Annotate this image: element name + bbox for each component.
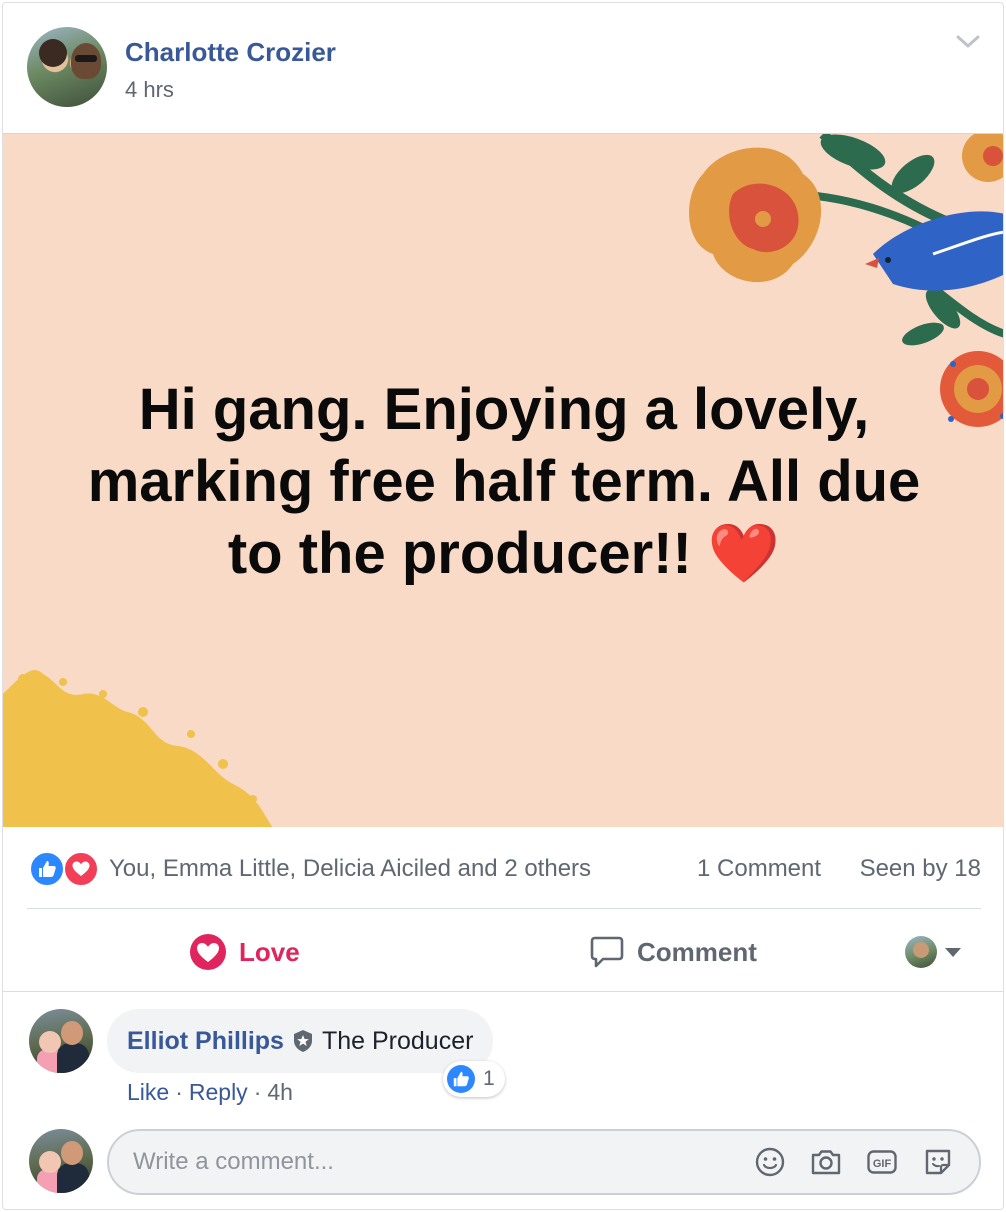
chevron-down-icon[interactable] (955, 33, 981, 51)
seen-by-link[interactable]: Seen by 18 (860, 855, 981, 883)
comment-reply-link[interactable]: Reply (189, 1079, 248, 1106)
comment-reactions[interactable]: 1 (443, 1061, 505, 1097)
comment-input-wrapper: GIF (107, 1129, 981, 1195)
comment-label: Comment (637, 936, 757, 967)
action-bar: Love Comment (3, 910, 1003, 992)
comment-as-selector[interactable] (905, 932, 961, 972)
current-user-avatar (905, 936, 937, 968)
comment-composer: GIF (3, 1123, 1003, 1203)
commenter-avatar[interactable] (29, 1009, 93, 1073)
love-icon (190, 934, 226, 970)
commenter-role: The Producer (321, 1026, 474, 1055)
gif-icon[interactable]: GIF (865, 1145, 899, 1179)
post-background: Hi gang. Enjoying a lovely, marking free… (3, 133, 1003, 827)
separator: · (253, 1079, 262, 1105)
post-card: Charlotte Crozier 4 hrs Hi gang. Enjoyin… (2, 2, 1004, 1210)
comments-count-link[interactable]: 1 Comment (697, 855, 821, 883)
post-time[interactable]: 4 hrs (125, 77, 174, 103)
reactors-link[interactable]: You, Emma Little, Delicia Aiciled and 2 … (109, 855, 591, 883)
svg-text:GIF: GIF (873, 1158, 892, 1170)
caret-down-icon (945, 947, 961, 957)
author-avatar[interactable] (27, 27, 107, 107)
camera-icon[interactable] (809, 1145, 843, 1179)
comment-item: Elliot Phillips The Producer 1 Like · Re… (3, 1003, 1003, 1113)
comment-actions: Like · Reply · 4h (127, 1079, 293, 1106)
sticker-icon[interactable] (921, 1145, 955, 1179)
like-reaction-icon (447, 1065, 475, 1093)
comment-reaction-count: 1 (483, 1067, 495, 1090)
current-user-avatar (29, 1129, 93, 1193)
love-label: Love (239, 936, 300, 967)
post-header: Charlotte Crozier 4 hrs (3, 3, 1003, 133)
comment-like-link[interactable]: Like (127, 1079, 169, 1106)
emoji-icon[interactable] (753, 1145, 787, 1179)
comment-button[interactable]: Comment (589, 932, 757, 972)
comment-icon (590, 936, 624, 968)
post-text: Hi gang. Enjoying a lovely, marking free… (87, 377, 921, 586)
separator: · (175, 1079, 183, 1105)
love-reaction-icon[interactable] (63, 851, 99, 887)
comment-time[interactable]: 4h (267, 1079, 293, 1106)
admin-badge-icon (293, 1030, 312, 1052)
love-button[interactable]: Love (189, 932, 300, 972)
reactions-summary: You, Emma Little, Delicia Aiciled and 2 … (27, 839, 981, 909)
comment-input[interactable] (133, 1143, 733, 1181)
like-reaction-icon[interactable] (29, 851, 65, 887)
comment-bubble: Elliot Phillips The Producer (107, 1009, 494, 1073)
author-name[interactable]: Charlotte Crozier (125, 37, 336, 68)
commenter-name[interactable]: Elliot Phillips (127, 1027, 284, 1056)
